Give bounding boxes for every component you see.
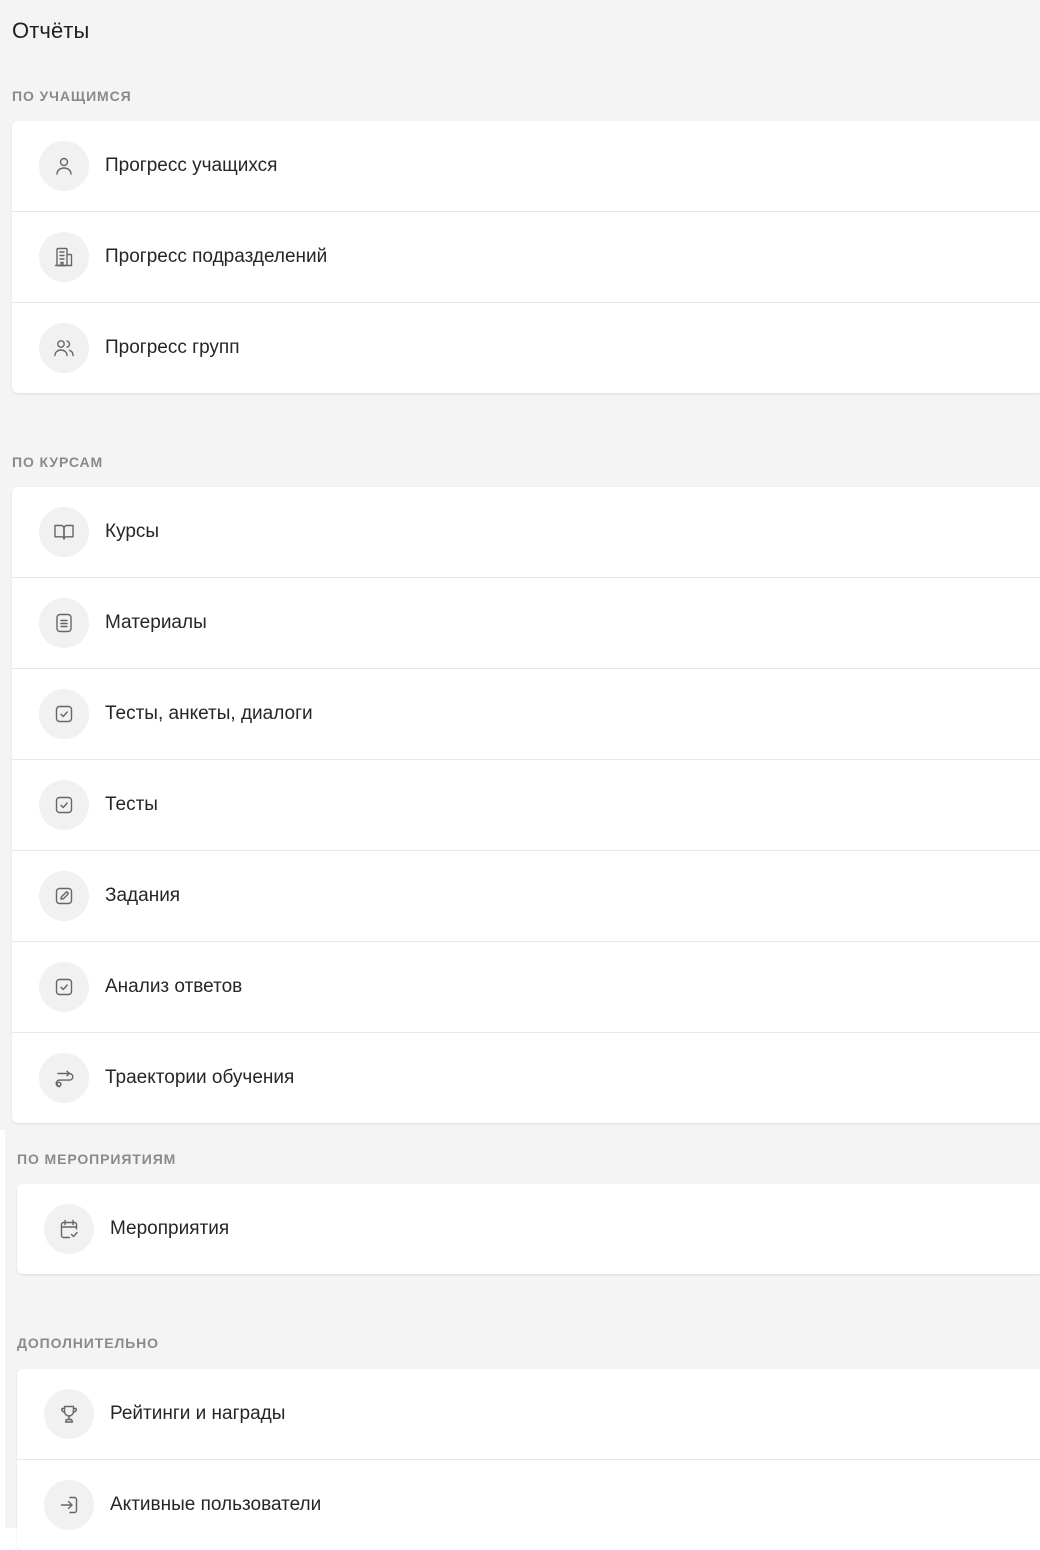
report-item-label: Курсы: [105, 521, 160, 542]
report-item-group-progress[interactable]: Прогресс групп: [12, 303, 1040, 393]
card-students: Прогресс учащихся Прогресс подразделений…: [12, 121, 1040, 393]
report-item-student-progress[interactable]: Прогресс учащихся: [12, 121, 1040, 212]
report-item-label: Траектории обучения: [105, 1067, 295, 1088]
document-icon: [39, 598, 89, 648]
report-item-label: Прогресс подразделений: [105, 246, 328, 267]
card-courses: Курсы Материалы Тесты, анкеты, диалоги Т…: [12, 487, 1040, 1123]
report-item-courses[interactable]: Курсы: [12, 487, 1040, 578]
report-item-active-users[interactable]: Активные пользователи: [17, 1460, 1040, 1550]
report-item-label: Тесты, анкеты, диалоги: [105, 703, 313, 724]
report-item-tests-surveys-dialogs[interactable]: Тесты, анкеты, диалоги: [12, 669, 1040, 760]
report-item-ratings-awards[interactable]: Рейтинги и награды: [17, 1369, 1040, 1460]
user-icon: [39, 141, 89, 191]
report-item-department-progress[interactable]: Прогресс подразделений: [12, 212, 1040, 303]
report-item-tests[interactable]: Тесты: [12, 760, 1040, 851]
section-label-events: По мероприятиям: [17, 1151, 177, 1167]
login-icon: [44, 1480, 94, 1530]
route-icon: [39, 1053, 89, 1103]
calendar-check-icon: [44, 1204, 94, 1254]
report-item-label: Прогресс групп: [105, 337, 240, 358]
page-title: Отчёты: [12, 18, 90, 43]
report-item-label: Тесты: [105, 794, 158, 815]
report-item-label: Анализ ответов: [105, 976, 243, 997]
report-item-assignments[interactable]: Задания: [12, 851, 1040, 942]
trophy-icon: [44, 1389, 94, 1439]
report-item-label: Материалы: [105, 612, 207, 633]
report-item-label: Мероприятия: [110, 1218, 230, 1239]
report-item-events[interactable]: Мероприятия: [17, 1184, 1040, 1274]
report-item-learning-paths[interactable]: Траектории обучения: [12, 1033, 1040, 1123]
section-label-additional: Дополнительно: [17, 1335, 159, 1351]
checkbox-icon: [39, 780, 89, 830]
report-item-label: Задания: [105, 885, 181, 906]
report-item-answer-analysis[interactable]: Анализ ответов: [12, 942, 1040, 1033]
card-events: Мероприятия: [17, 1184, 1040, 1274]
report-item-label: Прогресс учащихся: [105, 155, 278, 176]
checkbox-icon: [39, 962, 89, 1012]
book-open-icon: [39, 507, 89, 557]
users-icon: [39, 323, 89, 373]
report-item-label: Активные пользователи: [110, 1494, 322, 1515]
section-label-courses: По курсам: [12, 454, 104, 470]
card-additional: Рейтинги и награды Активные пользователи: [17, 1369, 1040, 1550]
checkbox-icon: [39, 689, 89, 739]
report-item-label: Рейтинги и награды: [110, 1403, 286, 1424]
report-item-materials[interactable]: Материалы: [12, 578, 1040, 669]
section-label-students: По учащимся: [12, 88, 132, 104]
edit-icon: [39, 871, 89, 921]
building-icon: [39, 232, 89, 282]
